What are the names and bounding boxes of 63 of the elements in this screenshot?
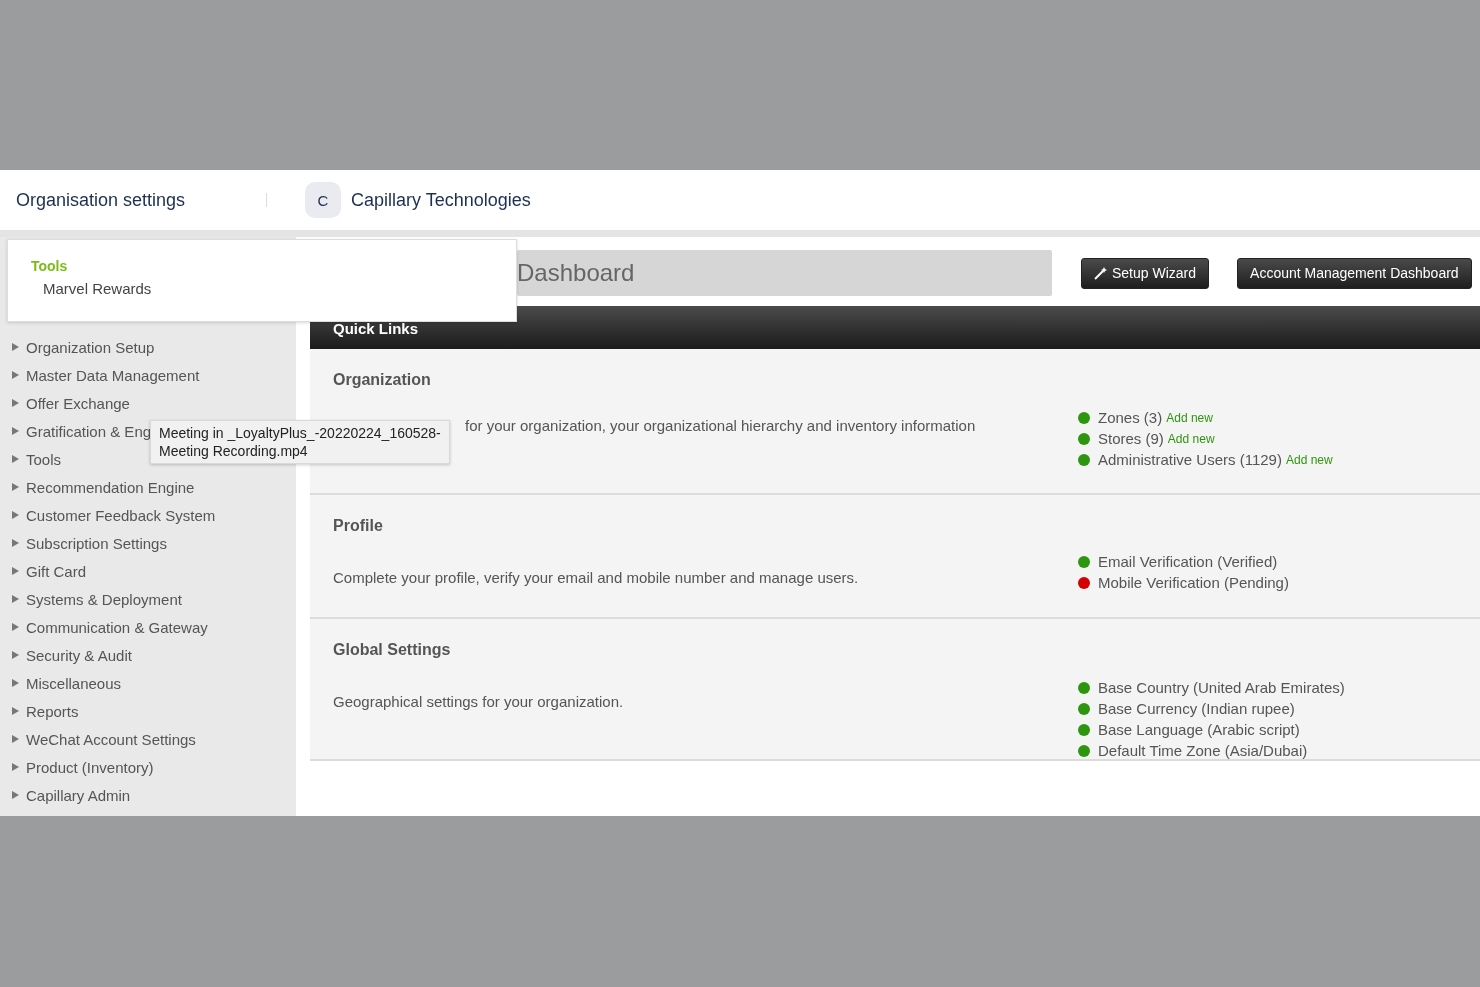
triangle-icon [12,707,19,715]
nav-item[interactable]: Capillary Admin [0,781,131,809]
section-description: Complete your profile, verify your email and mobile number and manage users. [333,569,860,586]
status-text: Zones (3) [1098,409,1163,426]
menu-heading: Tools [31,258,69,274]
page-title: Organisation settings [16,189,187,211]
add-new-link[interactable]: Add new [1167,431,1215,446]
file-name-tooltip: Meeting in _LoyaltyPlus_-20220224_160528- Meeting Recording.mp4 [150,420,450,464]
status-text: Base Language (Arabic script) [1098,721,1300,738]
status-text: Administrative Users (1129) [1098,451,1282,468]
triangle-icon [12,791,19,799]
section-header: Quick Links [310,306,1480,349]
nav-item[interactable]: Organization Setup [0,333,155,361]
nav-item[interactable]: Miscellaneous [0,669,122,697]
nav-item[interactable]: Reports [0,697,79,725]
triangle-icon [12,735,19,743]
org-name[interactable]: Capillary Technologies [351,189,531,211]
nav-item[interactable]: Gratification & Eng [0,417,152,445]
dashboard-title: Dashboard [517,250,1052,296]
triangle-icon [12,679,19,687]
nav-item[interactable]: Security & Audit [0,641,132,669]
section-title: Organization [333,371,432,389]
nav-item[interactable]: Gift Card [0,557,86,585]
triangle-icon [12,651,19,659]
nav-item[interactable]: Subscription Settings [0,529,167,557]
triangle-icon [12,483,19,491]
section-title: Profile [333,517,384,535]
triangle-icon [12,511,19,519]
triangle-icon [12,455,19,463]
triangle-icon [12,623,19,631]
nav-item[interactable]: Communication & Gateway [0,613,208,641]
nav-item[interactable]: Offer Exchange [0,389,130,417]
triangle-icon [12,343,19,351]
setup-wizard-button[interactable]: Setup Wizard [1081,257,1210,289]
dashboard-button[interactable]: Account Management Dashboard [1237,257,1472,289]
status-text: Base Country (United Arab Emirates) [1098,679,1345,696]
nav-item[interactable]: Systems & Deployment [0,585,182,613]
nav-item[interactable]: Master Data Management [0,361,200,389]
triangle-icon [12,567,19,575]
nav-item[interactable]: Customer Feedback System [0,501,216,529]
org-avatar[interactable]: C [305,182,341,218]
section-description: for your organization, your organizational hierarchy and inventory information [465,417,977,434]
status-text: Email Verification (Verified) [1098,553,1278,570]
triangle-icon [12,427,19,435]
status-text: Default Time Zone (Asia/Dubai) [1098,742,1308,759]
menu-item[interactable]: Marvel Rewards [43,280,152,297]
nav-item[interactable]: WeChat Account Settings [0,725,196,753]
status-text: Mobile Verification (Pending) [1098,574,1289,591]
triangle-icon [12,399,19,407]
nav-item[interactable]: Tools [0,445,62,473]
nav-item[interactable]: Recommendation Engine [0,473,195,501]
section-title: Global Settings [333,641,452,659]
add-new-link[interactable]: Add new [1166,410,1213,425]
add-new-link[interactable]: Add new [1285,452,1333,467]
triangle-icon [12,595,19,603]
wand-icon [1094,266,1108,280]
triangle-icon [12,371,19,379]
status-text: Base Currency (Indian rupee) [1098,700,1295,717]
triangle-icon [12,763,19,771]
section-description: Geographical settings for your organization. [333,693,625,710]
nav-item[interactable]: Product (Inventory) [0,753,154,781]
triangle-icon [12,539,19,547]
status-text: Stores (9) [1098,430,1164,447]
